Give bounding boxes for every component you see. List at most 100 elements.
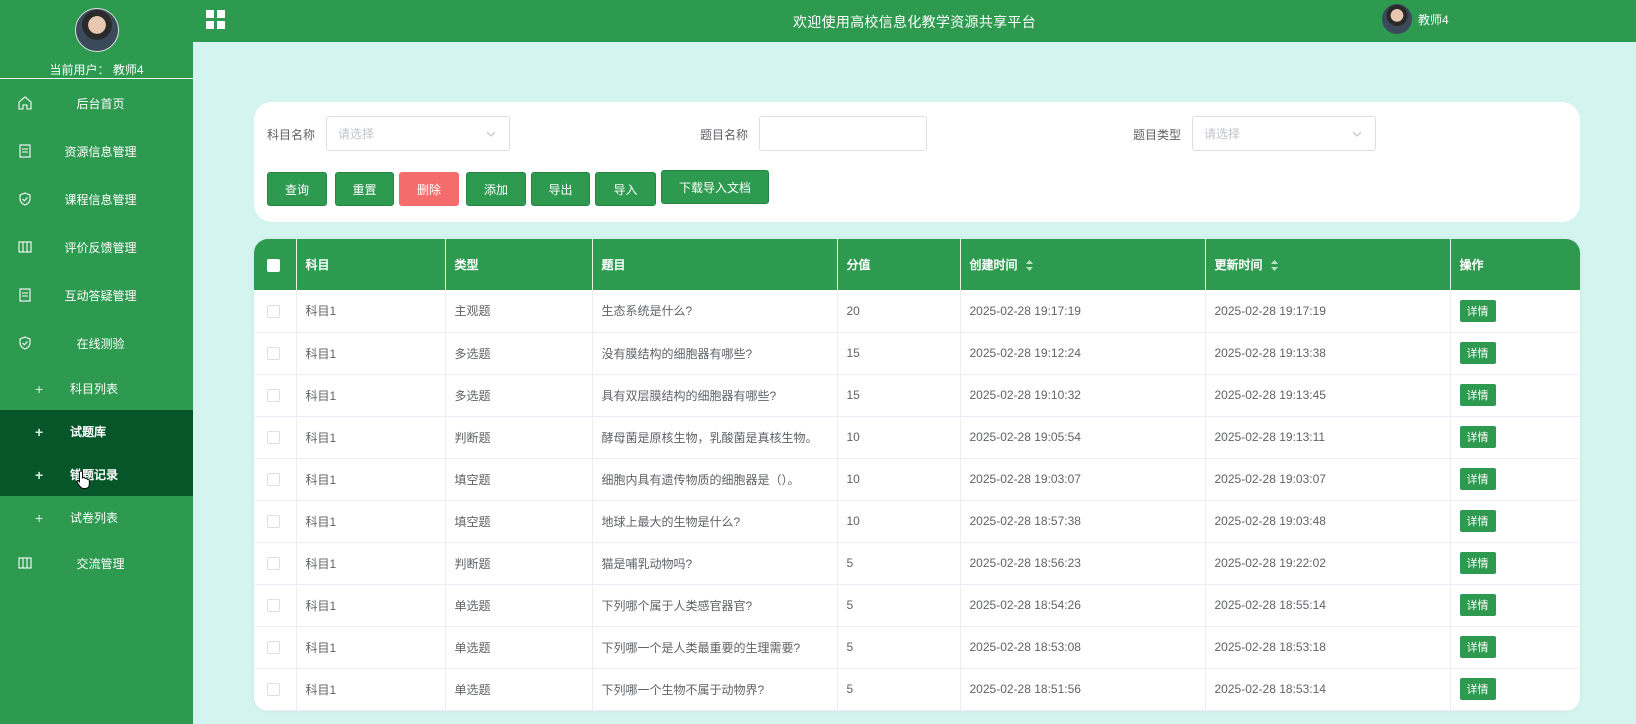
row-checkbox[interactable] <box>267 557 280 571</box>
type-select[interactable]: 请选择 <box>1192 116 1376 151</box>
table-row: 科目1 多选题 没有膜结构的细胞器有哪些? 15 2025-02-28 19:1… <box>254 332 1580 374</box>
row-checkbox[interactable] <box>267 389 280 403</box>
sort-icon[interactable] <box>1270 259 1279 272</box>
sidebar-subitem-subjects[interactable]: + 科目列表 <box>0 367 193 410</box>
cell-updated: 2025-02-28 19:13:45 <box>1205 374 1451 416</box>
row-checkbox[interactable] <box>267 304 280 318</box>
sidebar-subitem-label: 试卷列表 <box>70 511 119 525</box>
cell-subject: 科目1 <box>296 668 446 710</box>
table-row: 科目1 判断题 猫是哺乳动物吗? 5 2025-02-28 18:56:23 2… <box>254 542 1580 584</box>
cell-type: 单选题 <box>445 584 593 626</box>
plus-icon: + <box>35 466 44 483</box>
sidebar-subitem-question-bank[interactable]: + 试题库 <box>0 410 193 453</box>
sidebar-subitem-papers[interactable]: + 试卷列表 <box>0 496 193 539</box>
row-checkbox[interactable] <box>267 431 280 445</box>
cell-question: 细胞内具有遗传物质的细胞器是（）。 <box>592 458 838 500</box>
cell-type: 填空题 <box>445 458 593 500</box>
row-checkbox[interactable] <box>267 683 280 697</box>
sidebar-menu: 后台首页 资源信息管理 课程信息管理 评价反馈管理 互动答疑管理 在线测验 + … <box>0 79 193 587</box>
sidebar-item-online-test[interactable]: 在线测验 <box>0 319 193 367</box>
cell-question: 猫是哺乳动物吗? <box>592 542 838 584</box>
detail-button[interactable]: 详情 <box>1459 426 1496 448</box>
cell-score: 10 <box>837 416 961 458</box>
table-row: 科目1 主观题 生态系统是什么? 20 2025-02-28 19:17:19 … <box>254 290 1580 332</box>
cell-created: 2025-02-28 18:54:26 <box>960 584 1206 626</box>
sidebar: 当前用户： 教师4 后台首页 资源信息管理 课程信息管理 评价反馈管理 互动答疑… <box>0 0 193 724</box>
cell-created: 2025-02-28 19:12:24 <box>960 332 1206 374</box>
detail-button[interactable]: 详情 <box>1459 552 1496 574</box>
cell-question: 下列哪一个生物不属于动物界? <box>592 668 838 710</box>
detail-button[interactable]: 详情 <box>1459 299 1496 322</box>
reset-button[interactable]: 重置 <box>335 172 394 206</box>
cell-subject: 科目1 <box>296 542 446 584</box>
sidebar-profile: 当前用户： 教师4 <box>0 0 193 79</box>
row-select-cell <box>254 542 297 584</box>
cell-action: 详情 <box>1450 584 1580 626</box>
detail-button[interactable]: 详情 <box>1459 384 1496 406</box>
question-input[interactable] <box>759 116 927 151</box>
table-row: 科目1 判断题 酵母菌是原核生物，乳酸菌是真核生物。 10 2025-02-28… <box>254 416 1580 458</box>
sidebar-item-home[interactable]: 后台首页 <box>0 79 193 127</box>
columns-icon <box>18 557 32 569</box>
column-header-action: 操作 <box>1459 258 1484 272</box>
column-header-updated[interactable]: 更新时间 <box>1205 239 1451 290</box>
sidebar-subitem-label: 错题记录 <box>70 468 119 482</box>
cell-score: 10 <box>837 458 961 500</box>
query-button[interactable]: 查询 <box>267 172 327 206</box>
sidebar-subitem-label: 试题库 <box>70 425 107 439</box>
sidebar-item-communication[interactable]: 交流管理 <box>0 539 193 587</box>
row-checkbox[interactable] <box>267 473 280 487</box>
sidebar-item-courses[interactable]: 课程信息管理 <box>0 175 193 223</box>
sidebar-item-resources[interactable]: 资源信息管理 <box>0 127 193 175</box>
delete-button[interactable]: 删除 <box>399 172 459 206</box>
sidebar-item-qa[interactable]: 互动答疑管理 <box>0 271 193 319</box>
subject-select[interactable]: 请选择 <box>326 116 510 151</box>
top-user-menu[interactable]: 教师4 <box>1382 4 1449 34</box>
detail-button[interactable]: 详情 <box>1459 594 1496 616</box>
download-template-button[interactable]: 下载导入文档 <box>661 170 769 204</box>
current-user-label: 当前用户： 教师4 <box>49 63 144 77</box>
cell-created: 2025-02-28 19:10:32 <box>960 374 1206 416</box>
add-button[interactable]: 添加 <box>466 172 526 206</box>
row-checkbox[interactable] <box>267 515 280 529</box>
cell-subject: 科目1 <box>296 500 446 542</box>
cell-action: 详情 <box>1450 416 1580 458</box>
chevron-down-icon <box>486 131 496 137</box>
cell-type: 填空题 <box>445 500 593 542</box>
row-select-cell <box>254 458 297 500</box>
row-checkbox[interactable] <box>267 347 280 361</box>
cell-subject: 科目1 <box>296 332 446 374</box>
table-row: 科目1 单选题 下列哪一个是人类最重要的生理需要? 5 2025-02-28 1… <box>254 626 1580 668</box>
detail-button[interactable]: 详情 <box>1459 468 1496 490</box>
shield-icon <box>19 192 31 206</box>
detail-button[interactable]: 详情 <box>1459 678 1496 700</box>
cell-question: 酵母菌是原核生物，乳酸菌是真核生物。 <box>592 416 838 458</box>
row-checkbox[interactable] <box>267 641 280 655</box>
cell-score: 15 <box>837 374 961 416</box>
row-select-cell <box>254 416 297 458</box>
export-button[interactable]: 导出 <box>531 172 590 206</box>
row-checkbox[interactable] <box>267 599 280 613</box>
column-header-label: 更新时间 <box>1214 258 1263 272</box>
search-panel: 科目名称 请选择 题目名称 题目类型 请选择 查询 重置 删除 添加 导出 导入… <box>254 102 1580 222</box>
cell-score: 20 <box>837 290 961 332</box>
sidebar-subitem-wrong-answers[interactable]: + 错题记录 <box>0 453 193 496</box>
columns-icon <box>18 241 32 253</box>
detail-button[interactable]: 详情 <box>1459 636 1496 658</box>
cell-action: 详情 <box>1450 332 1580 374</box>
avatar[interactable] <box>74 8 119 52</box>
detail-button[interactable]: 详情 <box>1459 510 1496 532</box>
sidebar-item-feedback[interactable]: 评价反馈管理 <box>0 223 193 271</box>
detail-button[interactable]: 详情 <box>1459 342 1496 364</box>
cell-action: 详情 <box>1450 668 1580 710</box>
sort-icon[interactable] <box>1025 259 1034 272</box>
select-all-checkbox[interactable] <box>267 258 280 272</box>
select-all-cell <box>254 239 297 290</box>
avatar[interactable] <box>1382 4 1412 34</box>
import-button[interactable]: 导入 <box>595 172 656 206</box>
question-label: 题目名称 <box>700 128 749 142</box>
cell-type: 判断题 <box>445 416 593 458</box>
row-select-cell <box>254 626 297 668</box>
table-row: 科目1 填空题 细胞内具有遗传物质的细胞器是（）。 10 2025-02-28 … <box>254 458 1580 500</box>
column-header-created[interactable]: 创建时间 <box>960 239 1206 290</box>
